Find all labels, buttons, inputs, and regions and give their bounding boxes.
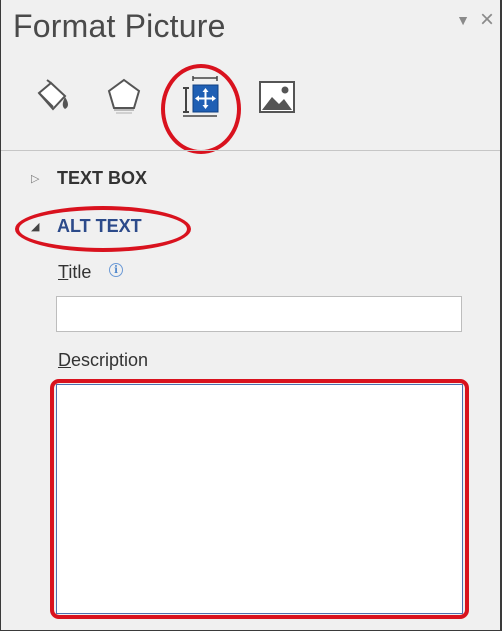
description-label-rest: escription	[71, 350, 149, 370]
effects-tab[interactable]	[99, 71, 149, 127]
title-label: Title	[58, 262, 91, 283]
collapsed-arrow-icon: ▷	[31, 173, 40, 185]
fill-line-tab[interactable]	[27, 71, 77, 127]
fill-line-icon	[31, 76, 73, 123]
task-pane-options-icon[interactable]: ▼	[456, 13, 470, 27]
layout-properties-tab[interactable]	[175, 71, 225, 127]
section-alt-text[interactable]: ◢ ALT TEXT	[31, 216, 142, 237]
pane-title: Format Picture	[13, 8, 226, 44]
expanded-arrow-icon: ◢	[31, 221, 40, 233]
description-label: Description	[58, 350, 148, 371]
effects-icon	[103, 75, 145, 124]
section-text-box-label: TEXT BOX	[57, 168, 148, 188]
title-input[interactable]	[56, 296, 462, 332]
title-label-rest: itle	[68, 262, 92, 282]
format-picture-pane: Format Picture ▼ × ▷ TEXT BOX ◢ ALT TEXT…	[0, 0, 502, 631]
info-icon[interactable]: i	[109, 263, 123, 277]
description-input[interactable]	[56, 384, 463, 614]
layout-properties-icon	[177, 74, 223, 125]
close-icon[interactable]: ×	[480, 8, 494, 32]
description-label-mnemonic: D	[58, 350, 71, 370]
section-text-box[interactable]: ▷ TEXT BOX	[31, 168, 147, 189]
section-alt-text-label: ALT TEXT	[57, 216, 142, 236]
title-label-mnemonic: T	[58, 262, 69, 282]
pane-controls: ▼ ×	[456, 8, 494, 32]
tabs-separator	[1, 150, 500, 151]
picture-icon	[256, 76, 298, 123]
picture-tab[interactable]	[252, 71, 302, 127]
